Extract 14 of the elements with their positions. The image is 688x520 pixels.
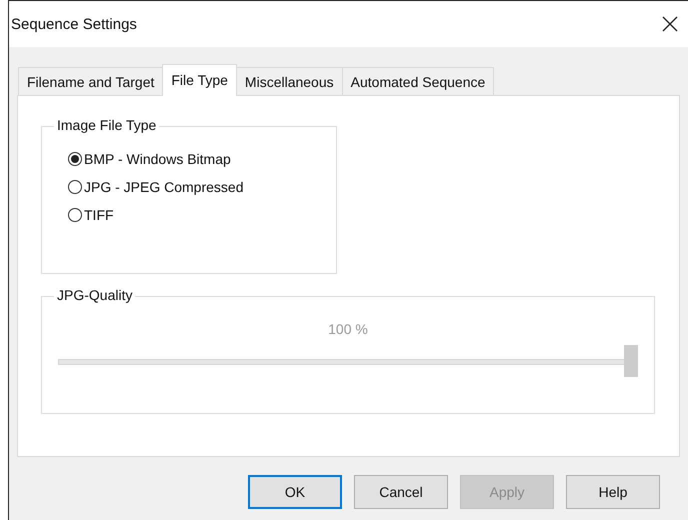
quality-reading: 100 % <box>328 321 368 337</box>
close-icon[interactable] <box>662 16 678 32</box>
tab[interactable]: Filename and Target <box>18 67 164 95</box>
group-title: JPG-Quality <box>54 287 136 303</box>
dialog-button[interactable]: Cancel <box>354 475 448 509</box>
dialog-button[interactable]: OK <box>248 475 342 509</box>
radio-option[interactable]: JPG - JPEG Compressed <box>68 179 244 195</box>
window-title: Sequence Settings <box>11 16 137 32</box>
tab[interactable]: File Type <box>162 64 237 96</box>
radio-option[interactable]: TIFF <box>68 207 114 223</box>
radio-option[interactable]: BMP - Windows Bitmap <box>68 151 231 167</box>
dialog-button[interactable]: Help <box>566 475 660 509</box>
group-title: Image File Type <box>54 117 160 133</box>
tab[interactable]: Automated Sequence <box>342 67 494 95</box>
